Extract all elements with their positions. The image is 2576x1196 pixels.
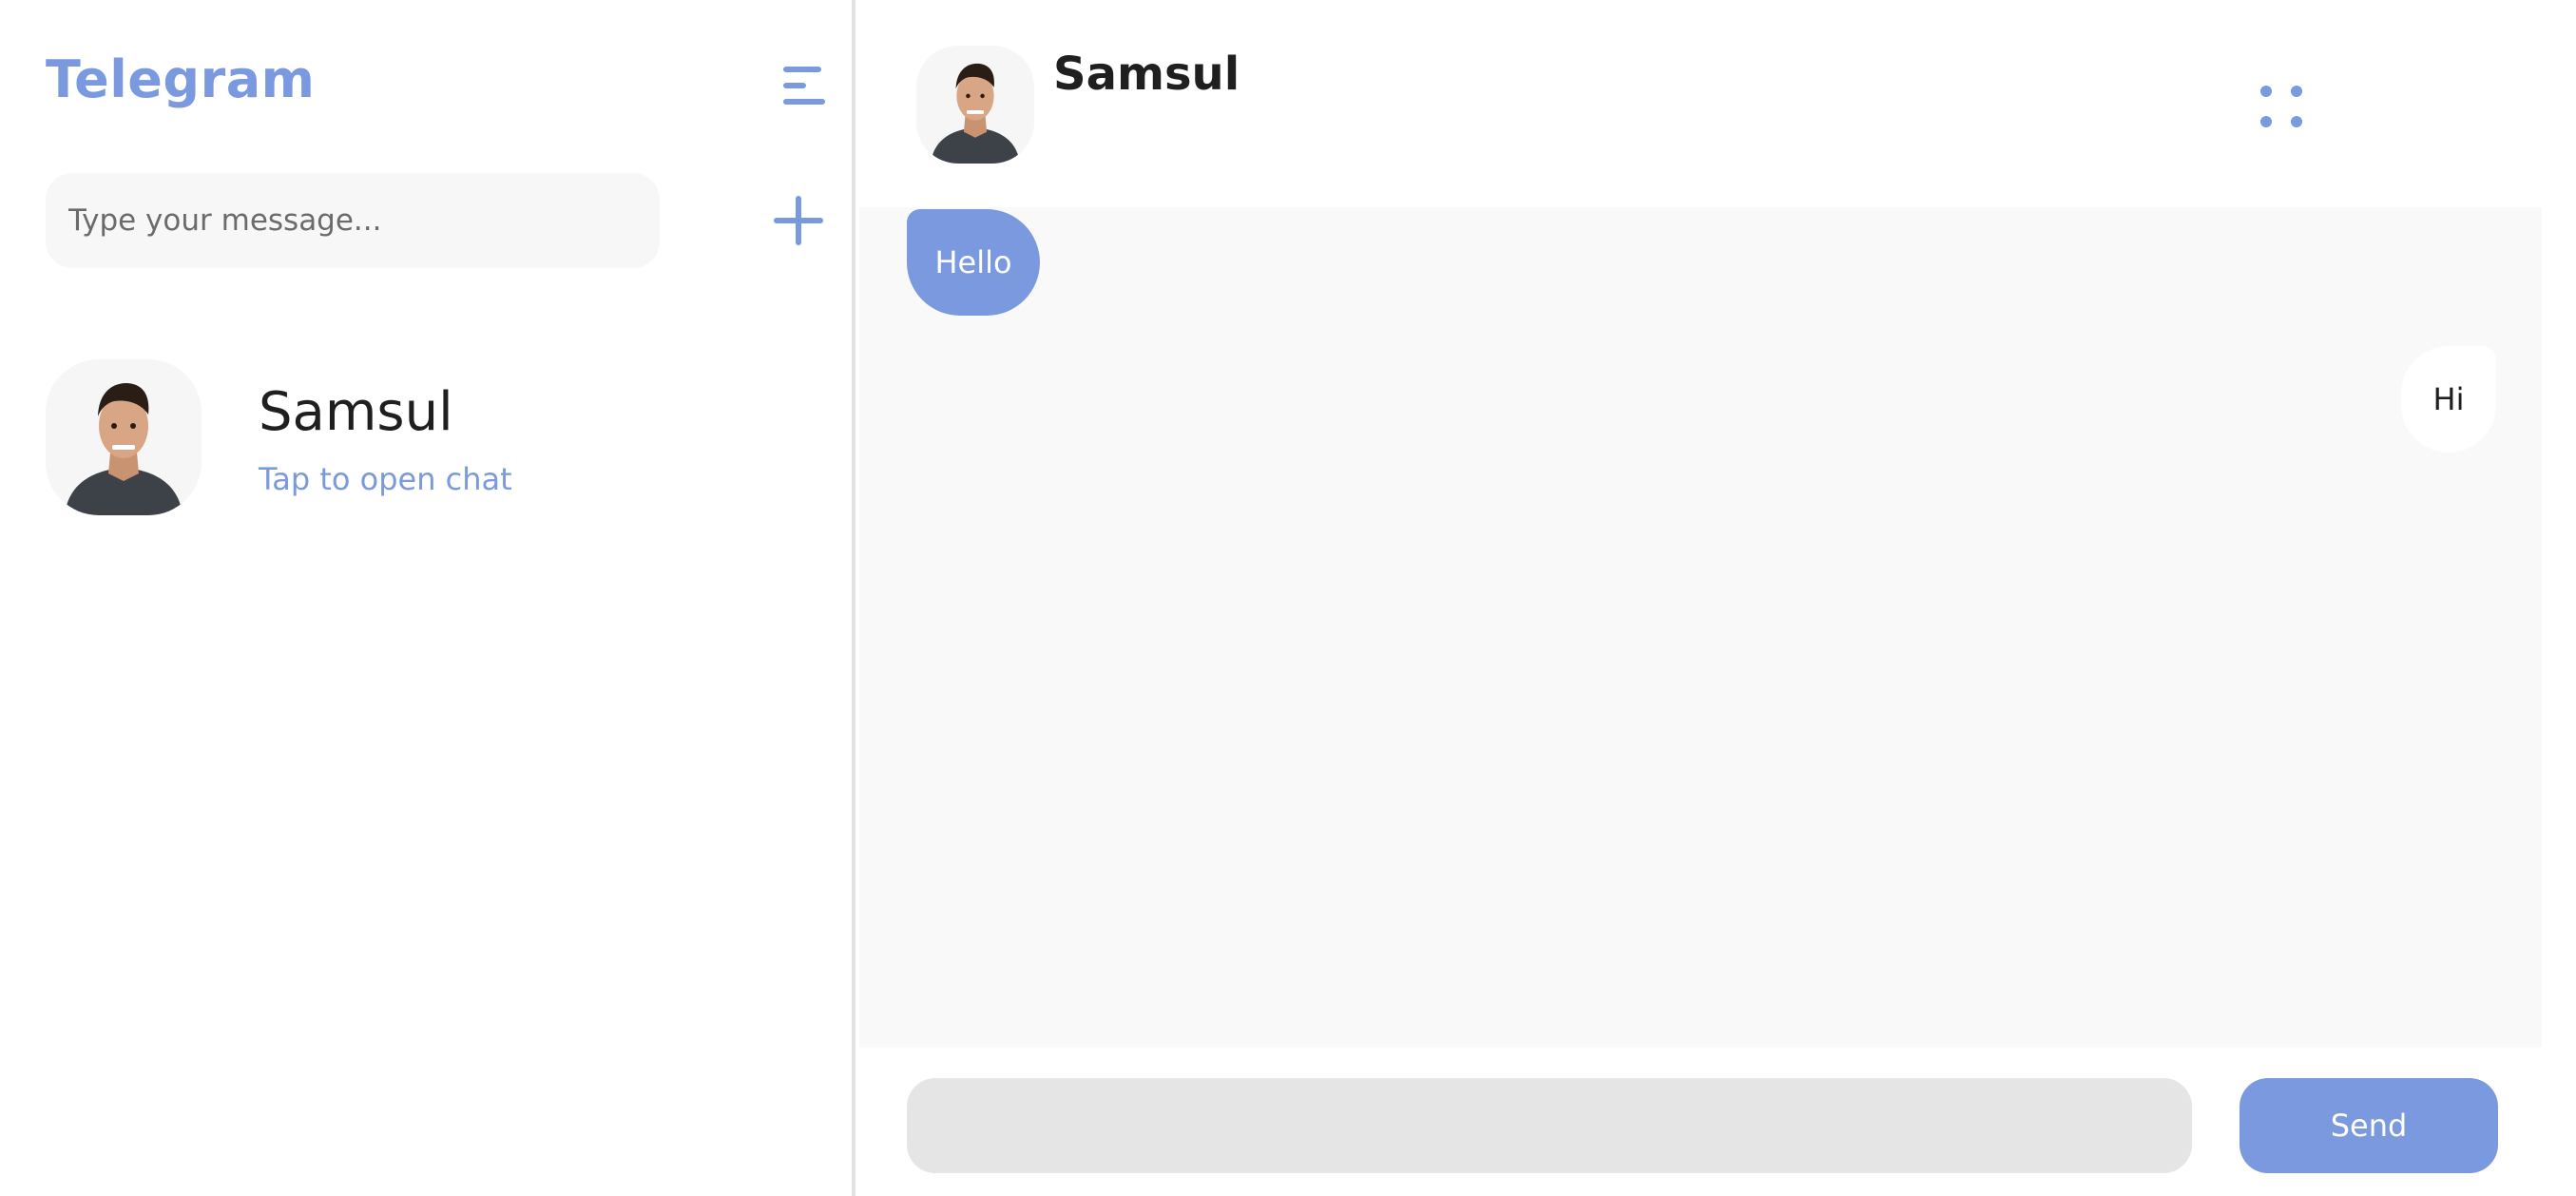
menu-button[interactable]: [781, 61, 838, 110]
message-list[interactable]: Hello Hi: [859, 207, 2542, 1048]
telegram-app: Telegram Type your message... Samsul Tap…: [0, 0, 2576, 1196]
message-input[interactable]: [907, 1078, 2192, 1173]
person-avatar-icon: [46, 359, 202, 515]
message-bubble-incoming: Hello: [907, 209, 1040, 316]
plus-icon: [774, 196, 823, 245]
message-bubble-outgoing: Hi: [2401, 346, 2496, 453]
chat-name: Samsul: [259, 381, 453, 443]
message-composer: Send: [859, 1048, 2576, 1196]
add-chat-button[interactable]: [770, 192, 827, 249]
sidebar: Telegram Type your message... Samsul Tap…: [0, 0, 855, 1196]
chat-header: Samsul: [859, 0, 2576, 207]
hamburger-menu-icon: [783, 67, 825, 105]
search-input[interactable]: [46, 173, 660, 268]
chat-list-item[interactable]: Samsul Tap to open chat: [46, 359, 825, 521]
dots-grid-icon: [2260, 86, 2302, 127]
more-options-button[interactable]: [2255, 80, 2308, 133]
chat-subtitle: Tap to open chat: [259, 461, 512, 497]
app-title: Telegram: [46, 49, 316, 109]
search-box: [46, 173, 660, 268]
send-button[interactable]: Send: [2240, 1078, 2498, 1173]
header-avatar[interactable]: [916, 46, 1034, 164]
conversation-panel: Samsul Hello Hi Send: [859, 0, 2576, 1196]
chat-header-name: Samsul: [1053, 48, 1240, 101]
person-avatar-icon: [916, 46, 1034, 164]
avatar: [46, 359, 202, 515]
